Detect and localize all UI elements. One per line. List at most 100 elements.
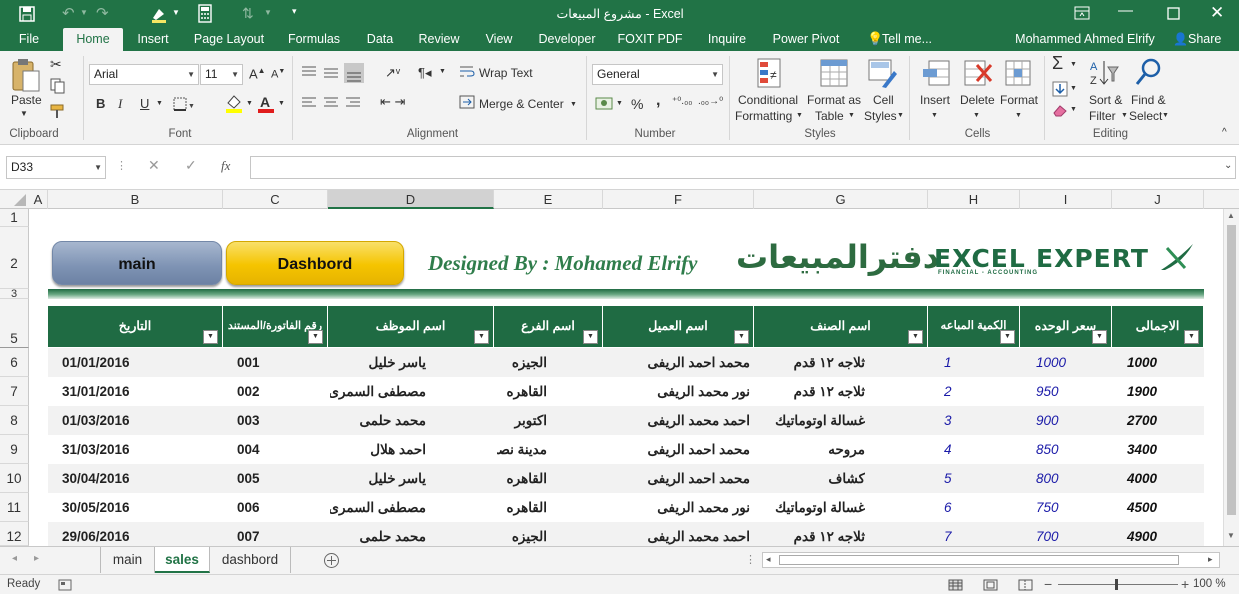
cell-item[interactable]: غسالة اوتوماتيك — [767, 493, 865, 522]
cell-total[interactable]: 4000 — [1112, 464, 1204, 493]
zoom-out-icon[interactable]: − — [1044, 576, 1052, 592]
cell-date[interactable]: 31/01/2016 — [48, 377, 223, 406]
scroll-down-icon[interactable]: ▼ — [1227, 531, 1235, 540]
font-size-box[interactable]: 11 ▼ — [200, 64, 243, 85]
cell-branch[interactable]: اكتوبر — [497, 406, 547, 435]
increase-decimal-icon[interactable]: ⁺⁰.₀₀ — [672, 96, 692, 107]
cell-quantity[interactable]: 5 — [928, 464, 1020, 493]
undo-dropdown-icon[interactable]: ▼ — [80, 8, 88, 17]
font-name-box[interactable]: Arial ▼ — [89, 64, 199, 85]
sort-filter-label-2[interactable]: Filter — [1089, 109, 1116, 123]
macro-record-icon[interactable] — [58, 579, 72, 591]
underline-dropdown-icon[interactable]: ▼ — [156, 100, 163, 107]
tab-split-handle[interactable]: ⋮ — [745, 553, 756, 566]
row-header-1[interactable]: 1 — [0, 209, 29, 227]
fill-icon[interactable] — [1052, 81, 1068, 97]
cell-quantity[interactable]: 4 — [928, 435, 1020, 464]
insert-cells-icon[interactable] — [921, 59, 951, 89]
cell-employee[interactable]: ياسر خليل — [330, 348, 427, 377]
user-name[interactable]: Mohammed Ahmed Elrify — [1010, 28, 1160, 51]
row-header-6[interactable]: 6 — [0, 348, 29, 377]
tab-home[interactable]: Home — [63, 28, 123, 51]
decrease-decimal-icon[interactable]: .₀₀→⁰ — [698, 96, 723, 107]
cell-customer[interactable]: محمد احمد الريفى — [618, 435, 750, 464]
format-painter-icon[interactable] — [50, 103, 68, 119]
cell-unit-price[interactable]: 1000 — [1020, 348, 1112, 377]
row-header-10[interactable]: 10 — [0, 464, 29, 493]
orientation-icon[interactable]: ↗ᵛ — [385, 65, 400, 81]
customize-qat-icon[interactable]: ▾ — [292, 6, 297, 17]
fill-dropdown-icon[interactable]: ▼ — [1070, 85, 1077, 92]
conditional-dropdown-icon[interactable]: ▼ — [796, 112, 803, 119]
rtl-dropdown-icon[interactable]: ▼ — [439, 68, 446, 75]
wrap-text-button[interactable]: Wrap Text — [479, 66, 533, 80]
cell-styles-label-1[interactable]: Cell — [873, 93, 894, 107]
cell-employee[interactable]: ياسر خليل — [330, 464, 427, 493]
cell-invoice[interactable]: 005 — [223, 464, 328, 493]
cell-unit-price[interactable]: 850 — [1020, 435, 1112, 464]
format-dropdown-icon[interactable]: ▼ — [1015, 112, 1022, 119]
format-painter-qat-icon[interactable] — [150, 5, 168, 23]
rtl-icon[interactable]: ¶◂ — [418, 65, 432, 81]
col-header-b[interactable]: B — [48, 190, 223, 209]
col-header-c[interactable]: C — [223, 190, 328, 209]
col-header-d[interactable]: D — [328, 190, 494, 209]
new-sheet-icon[interactable] — [323, 552, 340, 569]
horizontal-scroll-thumb[interactable] — [779, 555, 1179, 565]
cell-total[interactable]: 4500 — [1112, 493, 1204, 522]
col-header-h[interactable]: H — [928, 190, 1020, 209]
cell-employee[interactable]: مصطفى السمرى — [330, 377, 426, 406]
main-button[interactable]: main — [52, 241, 222, 285]
cell-invoice[interactable]: 006 — [223, 493, 328, 522]
cell-total[interactable]: 1000 — [1112, 348, 1204, 377]
col-header-f[interactable]: F — [603, 190, 754, 209]
increase-font-icon[interactable]: A▲ — [249, 66, 266, 81]
clear-dropdown-icon[interactable]: ▼ — [1070, 106, 1077, 113]
collapse-ribbon-icon[interactable]: ^ — [1222, 127, 1227, 138]
col-header-a[interactable]: A — [29, 190, 48, 209]
maximize-icon[interactable] — [1167, 7, 1180, 20]
underline-button[interactable]: U — [140, 96, 149, 111]
clear-icon[interactable] — [1052, 103, 1068, 117]
fill-dropdown-icon[interactable]: ▼ — [246, 100, 253, 107]
find-select-icon[interactable] — [1133, 57, 1165, 89]
cell-branch[interactable]: القاهره — [497, 464, 547, 493]
col-header-g[interactable]: G — [754, 190, 928, 209]
cell-item[interactable]: ثلاجه ١٢ قدم — [767, 348, 865, 377]
format-cells-icon[interactable] — [1004, 57, 1034, 89]
tab-inquire[interactable]: Inquire — [698, 28, 756, 51]
cell-unit-price[interactable]: 750 — [1020, 493, 1112, 522]
format-as-table-label-1[interactable]: Format as — [807, 93, 861, 107]
cell-employee[interactable]: احمد هلال — [330, 435, 426, 464]
format-table-dropdown-icon[interactable]: ▼ — [848, 112, 855, 119]
vertical-scroll-thumb[interactable] — [1227, 225, 1236, 515]
select-all-corner[interactable] — [0, 190, 29, 209]
cell-branch[interactable]: القاهره — [497, 377, 547, 406]
cell-branch[interactable]: مدينة نصر — [497, 435, 547, 464]
find-dropdown-icon[interactable]: ▼ — [1162, 112, 1169, 119]
col-header-j[interactable]: J — [1112, 190, 1204, 209]
scroll-right-icon[interactable]: ▸ — [1208, 554, 1213, 565]
autosum-dropdown-icon[interactable]: ▼ — [1070, 61, 1077, 68]
col-header-i[interactable]: I — [1020, 190, 1112, 209]
formula-input[interactable] — [250, 156, 1236, 179]
cell-customer[interactable]: محمد احمد الريفى — [618, 464, 750, 493]
col-header-e[interactable]: E — [494, 190, 603, 209]
autosum-icon[interactable]: Σ — [1052, 53, 1063, 74]
delete-label[interactable]: Delete — [960, 93, 995, 107]
sheet-tab-main[interactable]: main — [101, 547, 155, 573]
accounting-dropdown-icon[interactable]: ▼ — [616, 100, 623, 107]
cell-total[interactable]: 2700 — [1112, 406, 1204, 435]
cell-customer[interactable]: نور محمد الريفى — [618, 377, 750, 406]
minimize-icon[interactable]: — — [1118, 2, 1133, 19]
cell-invoice[interactable]: 001 — [223, 348, 328, 377]
cell-invoice[interactable]: 002 — [223, 377, 328, 406]
redo-icon[interactable]: ↷ — [96, 4, 109, 22]
copy-icon[interactable] — [50, 78, 66, 94]
cell-employee[interactable]: مصطفى السمرى — [330, 493, 426, 522]
conditional-formatting-label-1[interactable]: Conditional — [738, 93, 798, 107]
format-as-table-label-2[interactable]: Table — [815, 109, 844, 123]
decrease-font-icon[interactable]: A▼ — [271, 68, 285, 81]
filter-dropdown-icon[interactable]: ▼ — [1184, 330, 1199, 344]
sort-dropdown-icon[interactable]: ▼ — [264, 8, 272, 17]
